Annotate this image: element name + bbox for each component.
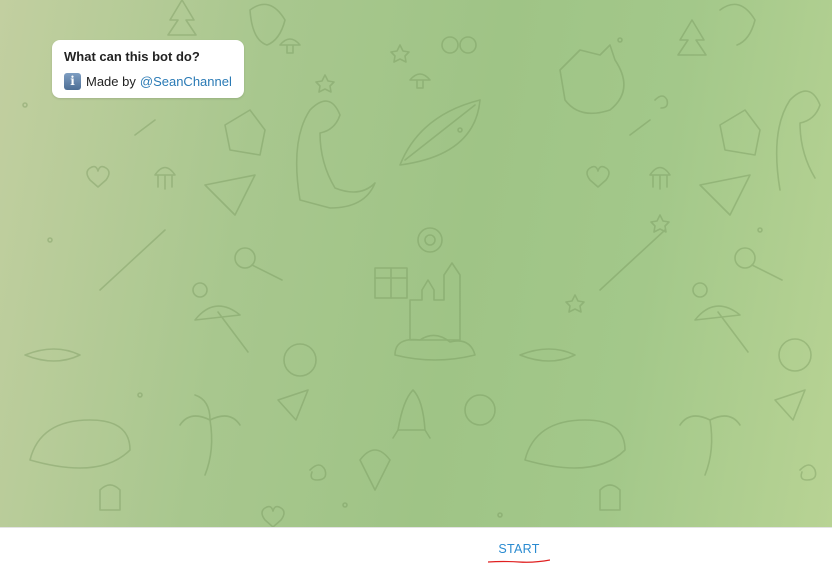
composer-bar: START <box>0 527 832 574</box>
bot-description-card: What can this bot do? i Made by @SeanCha… <box>52 40 244 98</box>
channel-link[interactable]: @SeanChannel <box>140 74 232 89</box>
info-icon: i <box>64 73 81 90</box>
chat-background: What can this bot do? i Made by @SeanCha… <box>0 0 832 527</box>
bot-description-title: What can this bot do? <box>64 49 200 64</box>
spellcheck-underline <box>488 559 550 563</box>
made-by-label: Made by <box>86 74 136 89</box>
made-by-line: i Made by @SeanChannel <box>64 73 232 90</box>
